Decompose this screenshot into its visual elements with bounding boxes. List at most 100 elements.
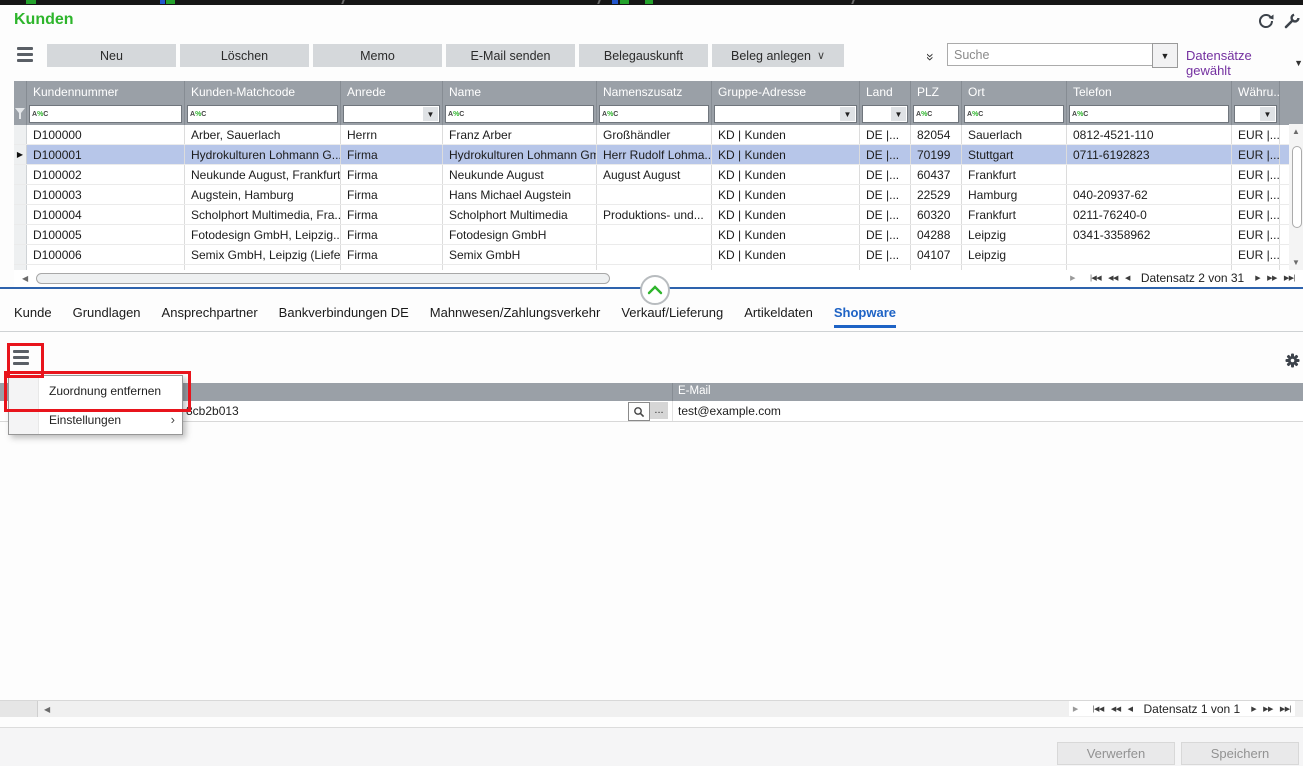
- filter-cell-wahru[interactable]: ▼: [1232, 103, 1280, 125]
- column-header-wahru[interactable]: Währu...: [1232, 81, 1280, 103]
- filter-select-anrede[interactable]: ▼: [343, 105, 440, 123]
- prev-record-icon[interactable]: ◀: [1125, 274, 1130, 282]
- discard-button[interactable]: Verwerfen: [1057, 742, 1175, 765]
- tab-shopware[interactable]: Shopware: [834, 305, 896, 328]
- filter-cell-telefon[interactable]: A%C: [1067, 103, 1232, 125]
- toolbar-hamburger-icon[interactable]: [17, 47, 33, 61]
- filter-select-wahru[interactable]: ▼: [1234, 105, 1277, 123]
- prev-record-icon[interactable]: ◀: [1128, 705, 1133, 713]
- cell-namenszusatz: Herr Rudolf Lohma...: [597, 145, 712, 164]
- ellipsis-button[interactable]: ...: [650, 402, 668, 419]
- row-selector[interactable]: ▶: [14, 145, 27, 164]
- vertical-scrollbar[interactable]: ▲ ▼: [1289, 124, 1303, 270]
- toolbar-button-e-mail-senden[interactable]: E-Mail senden: [446, 44, 575, 67]
- filter-input-telefon[interactable]: A%C: [1069, 105, 1229, 123]
- last-record-icon[interactable]: ▶▶|: [1280, 705, 1291, 713]
- row-selector[interactable]: [14, 185, 27, 204]
- row-selector[interactable]: [14, 225, 27, 244]
- filter-select-land[interactable]: ▼: [862, 105, 908, 123]
- table-row[interactable]: D100002Neukunde August, FrankfurtFirmaNe…: [14, 165, 1303, 185]
- toolbar-button-neu[interactable]: Neu: [47, 44, 176, 67]
- row-selector[interactable]: [14, 165, 27, 184]
- tab-verkauf-lieferung[interactable]: Verkauf/Lieferung: [621, 305, 723, 328]
- toolbar-button-loschen[interactable]: Löschen: [180, 44, 309, 67]
- column-header-kunden-matchcode[interactable]: Kunden-Matchcode: [185, 81, 341, 103]
- first-record-icon[interactable]: |◀◀: [1090, 274, 1101, 282]
- fast-prev-record-icon[interactable]: ◀◀: [1108, 274, 1118, 282]
- column-header-gruppe-adresse[interactable]: Gruppe-Adresse: [712, 81, 860, 103]
- scroll-right-icon[interactable]: ▶: [1073, 705, 1078, 713]
- filter-cell-kundennummer[interactable]: A%C: [27, 103, 185, 125]
- next-record-icon[interactable]: ▶: [1255, 274, 1260, 282]
- scrollbar-thumb[interactable]: [36, 273, 610, 284]
- lookup-button[interactable]: [628, 402, 650, 421]
- scroll-left-icon[interactable]: ◀: [22, 274, 28, 283]
- wrench-icon[interactable]: [1283, 12, 1301, 30]
- tab-mahnwesen-zahlungsverkehr[interactable]: Mahnwesen/Zahlungsverkehr: [430, 305, 601, 328]
- scroll-down-icon[interactable]: ▼: [1292, 258, 1300, 267]
- tab-bankverbindungen-de[interactable]: Bankverbindungen DE: [279, 305, 409, 328]
- tab-grundlagen[interactable]: Grundlagen: [73, 305, 141, 328]
- table-row[interactable]: D100000Arber, SauerlachHerrnFranz ArberG…: [14, 125, 1303, 145]
- column-header-plz[interactable]: PLZ: [911, 81, 962, 103]
- records-selected-dropdown[interactable]: Datensätze gewählt ▼: [1186, 48, 1303, 78]
- filter-input-kunden-matchcode[interactable]: A%C: [187, 105, 338, 123]
- filter-cell-anrede[interactable]: ▼: [341, 103, 443, 125]
- tab-ansprechpartner[interactable]: Ansprechpartner: [162, 305, 258, 328]
- column-header-name[interactable]: Name: [443, 81, 597, 103]
- toolbar-button-belegauskunft[interactable]: Belegauskunft: [579, 44, 708, 67]
- row-selector[interactable]: [14, 245, 27, 264]
- table-row[interactable]: D100003Augstein, HamburgFirmaHans Michae…: [14, 185, 1303, 205]
- scroll-left-icon[interactable]: ◀: [44, 705, 50, 714]
- fast-next-record-icon[interactable]: ▶▶: [1267, 274, 1277, 282]
- filter-select-gruppe-adresse[interactable]: ▼: [714, 105, 857, 123]
- gear-icon[interactable]: [1285, 353, 1300, 368]
- filter-cell-kunden-matchcode[interactable]: A%C: [185, 103, 341, 125]
- last-record-icon[interactable]: ▶▶|: [1284, 274, 1295, 282]
- refresh-icon[interactable]: [1257, 12, 1275, 30]
- filter-cell-name[interactable]: A%C: [443, 103, 597, 125]
- filter-cell-namenszusatz[interactable]: A%C: [597, 103, 712, 125]
- column-header-namenszusatz[interactable]: Namenszusatz: [597, 81, 712, 103]
- scroll-up-icon[interactable]: ▲: [1292, 127, 1300, 136]
- filter-input-namenszusatz[interactable]: A%C: [599, 105, 709, 123]
- cell-kundennummer: D100003: [27, 185, 185, 204]
- next-record-icon[interactable]: ▶: [1251, 705, 1256, 713]
- save-button[interactable]: Speichern: [1181, 742, 1299, 765]
- detail-table-row[interactable]: 8cb2b013 ... test@example.com: [0, 401, 1303, 422]
- filter-input-kundennummer[interactable]: A%C: [29, 105, 182, 123]
- row-selector[interactable]: [14, 205, 27, 224]
- column-header-land[interactable]: Land: [860, 81, 911, 103]
- collapse-panel-button[interactable]: [640, 275, 670, 305]
- filter-cell-gruppe-adresse[interactable]: ▼: [712, 103, 860, 125]
- column-header-telefon[interactable]: Telefon: [1067, 81, 1232, 103]
- column-header-ort[interactable]: Ort: [962, 81, 1067, 103]
- fast-next-record-icon[interactable]: ▶▶: [1263, 705, 1273, 713]
- cell-filler: [1280, 205, 1289, 224]
- filter-input-ort[interactable]: A%C: [964, 105, 1064, 123]
- scrollbar-thumb[interactable]: [1292, 146, 1302, 228]
- search-input[interactable]: [947, 43, 1159, 66]
- column-header-anrede[interactable]: Anrede: [341, 81, 443, 103]
- filter-cell-ort[interactable]: A%C: [962, 103, 1067, 125]
- filter-cell-plz[interactable]: A%C: [911, 103, 962, 125]
- table-row[interactable]: ▶D100001Hydrokulturen Lohmann G...FirmaH…: [14, 145, 1303, 165]
- table-row[interactable]: D100006Semix GmbH, Leipzig (Liefe...Firm…: [14, 245, 1303, 265]
- column-header-kundennummer[interactable]: Kundennummer: [27, 81, 185, 103]
- toolbar-button-beleg-anlegen[interactable]: Beleg anlegen∨: [712, 44, 844, 67]
- search-filter-dropdown[interactable]: ▼: [1152, 43, 1178, 68]
- filter-input-name[interactable]: A%C: [445, 105, 594, 123]
- more-options-chevron-icon[interactable]: »: [923, 53, 939, 61]
- filter-input-plz[interactable]: A%C: [913, 105, 959, 123]
- tab-artikeldaten[interactable]: Artikeldaten: [744, 305, 813, 328]
- row-selector[interactable]: [14, 125, 27, 144]
- toolbar-button-memo[interactable]: Memo: [313, 44, 442, 67]
- scroll-right-icon[interactable]: ▶: [1070, 274, 1075, 282]
- column-header-email[interactable]: E-Mail: [678, 385, 711, 397]
- first-record-icon[interactable]: |◀◀: [1093, 705, 1104, 713]
- fast-prev-record-icon[interactable]: ◀◀: [1111, 705, 1121, 713]
- table-row[interactable]: D100004Scholphort Multimedia, Fra...Firm…: [14, 205, 1303, 225]
- tab-kunde[interactable]: Kunde: [14, 305, 52, 328]
- table-row[interactable]: D100005Fotodesign GmbH, Leipzig...FirmaF…: [14, 225, 1303, 245]
- filter-cell-land[interactable]: ▼: [860, 103, 911, 125]
